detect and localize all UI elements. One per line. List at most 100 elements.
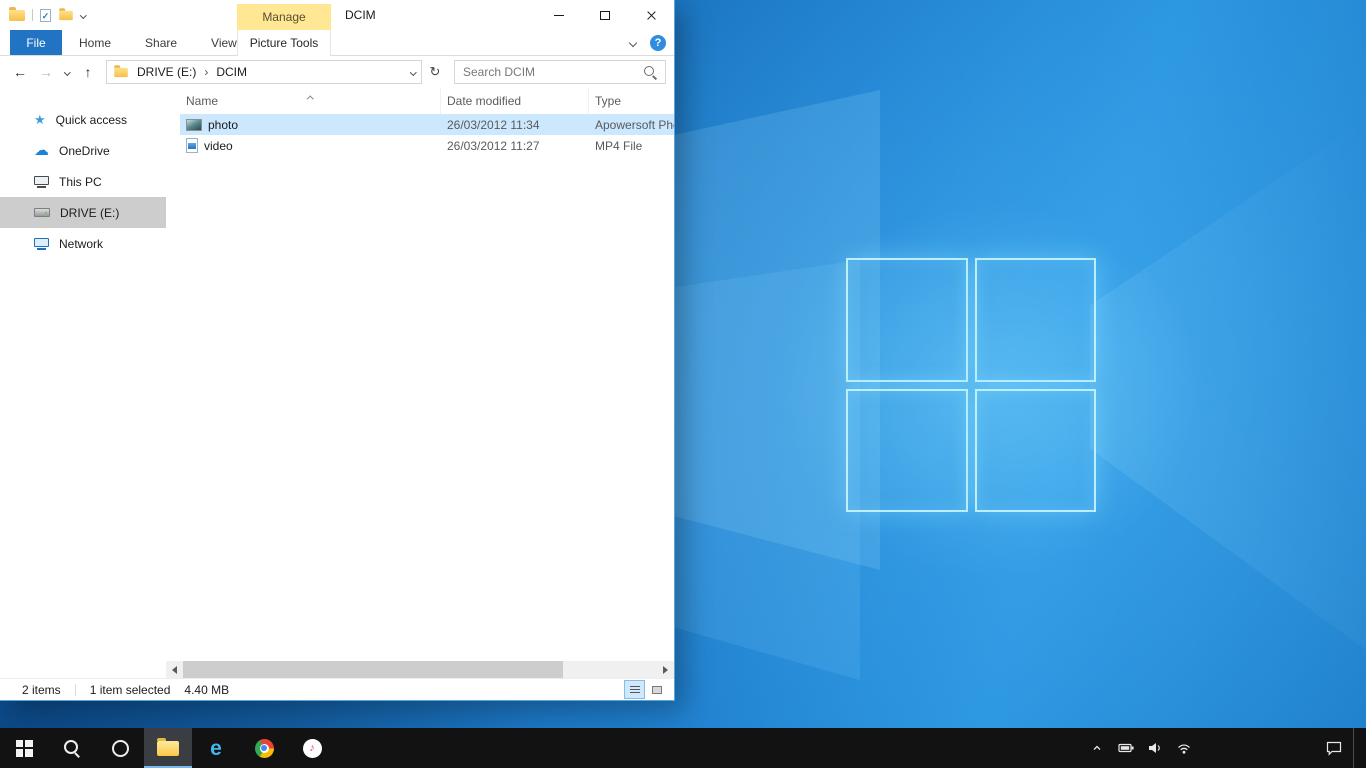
taskbar-search-button[interactable] xyxy=(48,728,96,768)
file-row-photo[interactable]: photo 26/03/2012 11:34 Apowersoft Pho xyxy=(180,114,674,135)
status-separator xyxy=(75,684,76,696)
contextual-tab-group: Manage Picture Tools xyxy=(237,4,331,56)
window-title: DCIM xyxy=(345,8,376,22)
explorer-icon xyxy=(9,10,25,21)
file-name-cell: video xyxy=(180,138,441,153)
address-dropdown-chevron-icon[interactable] xyxy=(410,69,416,75)
file-date-cell: 26/03/2012 11:34 xyxy=(441,118,589,132)
tab-home[interactable]: Home xyxy=(62,30,128,55)
sidebar-item-onedrive[interactable]: ☁ OneDrive xyxy=(0,135,166,166)
sidebar-item-label: OneDrive xyxy=(59,144,110,158)
tab-file[interactable]: File xyxy=(10,30,62,55)
battery-icon xyxy=(1118,740,1135,756)
explorer-main: ★ Quick access ☁ OneDrive This PC DRIVE … xyxy=(0,88,674,678)
chrome-button[interactable] xyxy=(240,728,288,768)
forward-button[interactable]: → xyxy=(34,60,58,84)
search-icon[interactable] xyxy=(643,65,657,79)
search-input[interactable] xyxy=(463,65,643,79)
file-date-cell: 26/03/2012 11:27 xyxy=(441,139,589,153)
file-row-video[interactable]: video 26/03/2012 11:27 MP4 File xyxy=(180,135,674,156)
manage-tab-header: Manage xyxy=(237,4,331,30)
file-explorer-icon xyxy=(157,741,179,756)
tab-picture-tools[interactable]: Picture Tools xyxy=(237,30,331,56)
scroll-right-icon[interactable] xyxy=(657,661,674,678)
close-icon xyxy=(646,10,657,21)
quick-access-toolbar: ✓ xyxy=(0,9,86,22)
windows-logo-pane xyxy=(846,258,968,382)
large-icons-view-button[interactable] xyxy=(647,681,666,698)
speaker-icon xyxy=(1147,740,1163,756)
internet-explorer-button[interactable]: e xyxy=(192,728,240,768)
navigation-pane: ★ Quick access ☁ OneDrive This PC DRIVE … xyxy=(0,88,166,678)
scrollbar-thumb[interactable] xyxy=(183,661,563,678)
chat-bubble-icon xyxy=(1325,740,1343,756)
sidebar-item-this-pc[interactable]: This PC xyxy=(0,166,166,197)
horizontal-scrollbar[interactable] xyxy=(166,661,674,678)
cloud-icon: ☁ xyxy=(34,143,49,158)
ribbon-right-controls: ? xyxy=(630,30,666,56)
sidebar-item-label: This PC xyxy=(59,175,102,189)
tab-share[interactable]: Share xyxy=(128,30,194,55)
battery-indicator[interactable] xyxy=(1116,728,1136,768)
windows-logo-pane xyxy=(975,389,1097,513)
customize-toolbar-chevron-icon[interactable] xyxy=(80,12,86,18)
start-button[interactable] xyxy=(0,728,48,768)
show-hidden-icons-button[interactable] xyxy=(1087,728,1107,768)
show-desktop-button[interactable] xyxy=(1353,728,1358,768)
windows-logo xyxy=(846,258,1096,512)
file-list-pane[interactable]: Name Date modified Type photo 26/03/2012… xyxy=(166,88,674,678)
sidebar-item-network[interactable]: Network xyxy=(0,228,166,259)
refresh-button[interactable]: ↻ xyxy=(424,60,446,84)
itunes-icon: ♪ xyxy=(303,739,322,758)
breadcrumb-folder[interactable]: DCIM xyxy=(214,65,249,79)
sidebar-item-drive-e[interactable]: DRIVE (E:) xyxy=(0,197,166,228)
recent-locations-chevron-icon[interactable] xyxy=(60,70,74,75)
file-type-cell: MP4 File xyxy=(589,139,674,153)
volume-indicator[interactable] xyxy=(1145,728,1165,768)
details-view-button[interactable] xyxy=(625,681,644,698)
navigation-bar: ← → ↑ DRIVE (E:) › DCIM ↻ xyxy=(0,56,674,88)
minimize-button[interactable] xyxy=(536,0,582,30)
large-icons-view-icon xyxy=(652,686,662,694)
internet-explorer-icon: e xyxy=(210,738,222,759)
computer-icon xyxy=(34,176,49,188)
file-name: photo xyxy=(208,118,238,132)
details-view-icon xyxy=(630,686,640,694)
explorer-window: ✓ DCIM Manage Picture Tools File Home Sh… xyxy=(0,0,675,701)
itunes-button[interactable]: ♪ xyxy=(288,728,336,768)
title-bar[interactable]: ✓ DCIM xyxy=(0,0,674,30)
photo-file-icon xyxy=(186,119,202,131)
windows-start-icon xyxy=(16,740,33,757)
selection-size: 4.40 MB xyxy=(184,683,229,697)
search-icon xyxy=(63,739,81,757)
maximize-icon xyxy=(600,11,610,20)
column-header-date-modified[interactable]: Date modified xyxy=(441,88,589,114)
ribbon-tabs: File Home Share View ? xyxy=(0,30,674,56)
file-explorer-taskbar-button[interactable] xyxy=(144,728,192,768)
new-folder-icon[interactable] xyxy=(59,10,73,19)
expand-ribbon-chevron-icon[interactable] xyxy=(629,39,637,47)
column-header-type[interactable]: Type xyxy=(589,88,674,114)
windows-logo-pane xyxy=(975,258,1097,382)
search-box[interactable] xyxy=(454,60,666,84)
back-button[interactable]: ← xyxy=(8,60,32,84)
action-center-button[interactable] xyxy=(1324,728,1344,768)
cortana-button[interactable] xyxy=(96,728,144,768)
sidebar-item-label: Network xyxy=(59,237,103,251)
close-button[interactable] xyxy=(628,0,674,30)
minimize-icon xyxy=(554,15,564,16)
scroll-left-icon[interactable] xyxy=(166,661,183,678)
drive-icon xyxy=(34,208,50,217)
address-bar[interactable]: DRIVE (E:) › DCIM xyxy=(106,60,422,84)
network-indicator[interactable] xyxy=(1174,728,1194,768)
sidebar-item-label: Quick access xyxy=(56,113,127,127)
properties-icon[interactable]: ✓ xyxy=(40,9,51,22)
up-button[interactable]: ↑ xyxy=(76,60,100,84)
items-count: 2 items xyxy=(22,683,61,697)
help-icon[interactable]: ? xyxy=(650,35,666,51)
star-icon: ★ xyxy=(34,113,46,126)
maximize-button[interactable] xyxy=(582,0,628,30)
sidebar-item-quick-access[interactable]: ★ Quick access xyxy=(0,104,166,135)
folder-icon xyxy=(114,67,128,76)
breadcrumb-drive[interactable]: DRIVE (E:) xyxy=(135,65,198,79)
